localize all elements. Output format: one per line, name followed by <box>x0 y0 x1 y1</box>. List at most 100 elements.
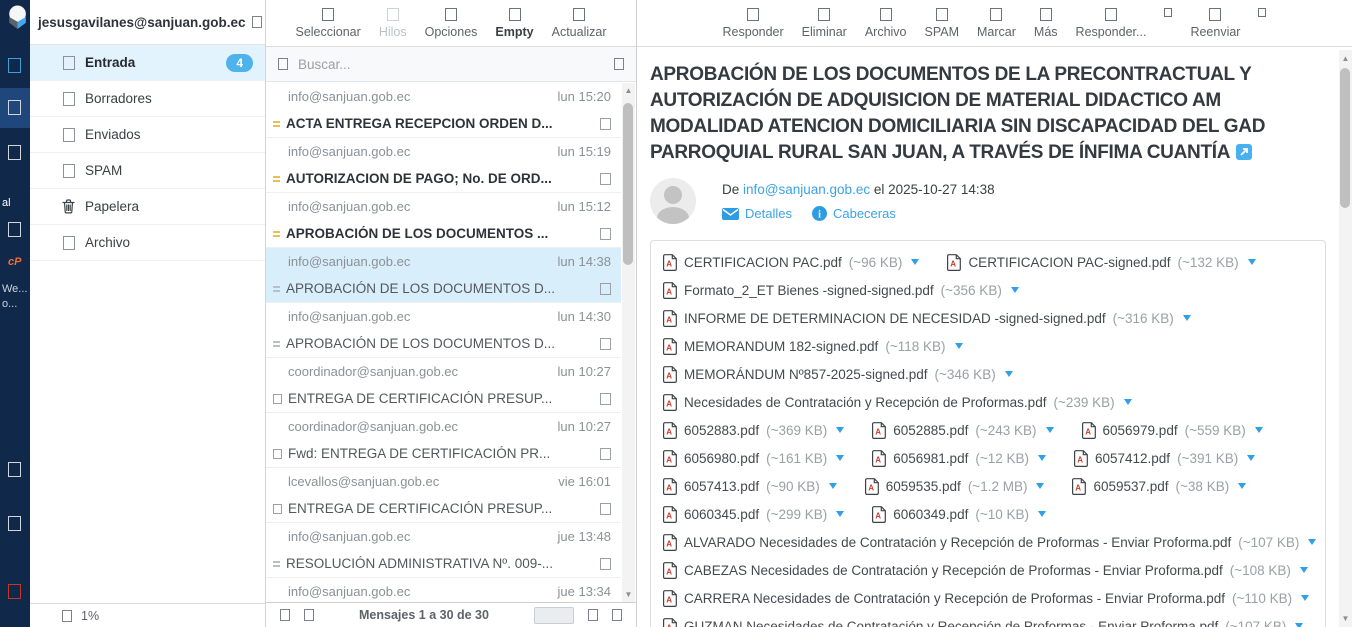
rail-logout-icon[interactable] <box>8 584 21 599</box>
message-checkbox[interactable] <box>600 118 611 130</box>
message-checkbox[interactable] <box>600 173 611 185</box>
rail-nav-icon[interactable] <box>8 222 21 237</box>
folder-item-papelera[interactable]: Papelera <box>30 189 265 225</box>
attachment-item[interactable]: A6056979.pdf(~559 KB) <box>1082 422 1263 439</box>
attachment-name[interactable]: 6059535.pdf <box>886 479 961 494</box>
attachment-menu-icon[interactable] <box>836 455 844 461</box>
attachment-name[interactable]: MEMORANDUM 182-signed.pdf <box>684 339 878 354</box>
message-checkbox[interactable] <box>600 503 611 515</box>
attachment-menu-icon[interactable] <box>1183 315 1191 321</box>
message-item[interactable]: info@sanjuan.gob.eclun 15:12APROBACIÓN D… <box>266 193 621 248</box>
sender-email-link[interactable]: info@sanjuan.gob.ec <box>743 182 870 197</box>
search-input[interactable] <box>298 57 604 72</box>
attachment-item[interactable]: AINFORME DE DETERMINACION DE NECESIDAD -… <box>663 310 1191 327</box>
message-checkbox[interactable] <box>600 338 611 350</box>
attachment-menu-icon[interactable] <box>1300 567 1308 573</box>
message-checkbox[interactable] <box>600 558 611 570</box>
search-icon[interactable] <box>278 58 288 70</box>
attachment-name[interactable]: 6052885.pdf <box>893 423 968 438</box>
list-scrollbar[interactable]: ▲ ▼ <box>622 83 635 602</box>
más-button[interactable]: Más <box>1034 8 1058 39</box>
scroll-up-icon[interactable]: ▲ <box>622 86 635 95</box>
details-link[interactable]: Detalles <box>722 206 792 221</box>
attachment-name[interactable]: 6059537.pdf <box>1093 479 1168 494</box>
attachment-name[interactable]: CABEZAS Necesidades de Contratación y Re… <box>684 563 1223 578</box>
reader-scrollbar[interactable]: ▲ ▼ <box>1339 50 1352 627</box>
spam-button[interactable]: SPAM <box>925 8 960 39</box>
attachment-item[interactable]: A6052883.pdf(~369 KB) <box>663 422 844 439</box>
attachment-item[interactable]: ACERTIFICACION PAC-signed.pdf(~132 KB) <box>947 254 1255 271</box>
attachment-menu-icon[interactable] <box>911 259 919 265</box>
attachment-menu-icon[interactable] <box>1038 455 1046 461</box>
attachment-item[interactable]: A6057413.pdf(~90 KB) <box>663 478 837 495</box>
attachment-menu-icon[interactable] <box>1301 595 1309 601</box>
message-item[interactable]: info@sanjuan.gob.eclun 14:38APROBACIÓN D… <box>266 248 621 303</box>
attachment-menu-icon[interactable] <box>1038 511 1046 517</box>
archivo-button[interactable]: Archivo <box>865 8 907 39</box>
reenviar-button[interactable]: Reenviar <box>1190 8 1240 39</box>
attachment-item[interactable]: AGUZMAN Necesidades de Contratación y Re… <box>663 618 1303 627</box>
attachment-item[interactable]: A6060349.pdf(~10 KB) <box>872 506 1046 523</box>
attachment-menu-icon[interactable] <box>836 427 844 433</box>
message-checkbox[interactable] <box>600 393 611 405</box>
folder-item-entrada[interactable]: Entrada4 <box>30 45 265 81</box>
attachment-menu-icon[interactable] <box>1255 427 1263 433</box>
message-item[interactable]: info@sanjuan.gob.ecjue 13:34 <box>266 578 621 602</box>
account-toggle-icon[interactable] <box>252 16 262 28</box>
attachment-name[interactable]: 6060349.pdf <box>893 507 968 522</box>
reader-scrollbar-thumb[interactable] <box>1340 68 1350 208</box>
footer-icon[interactable] <box>588 609 598 621</box>
attachment-menu-icon[interactable] <box>836 511 844 517</box>
rail-nav-icon[interactable] <box>8 58 21 73</box>
attachment-item[interactable]: AMEMORÁNDUM Nº857-2025-signed.pdf(~346 K… <box>663 366 1013 383</box>
folder-item-spam[interactable]: SPAM <box>30 153 265 189</box>
attachment-menu-icon[interactable] <box>1046 427 1054 433</box>
seleccionar-button[interactable]: Seleccionar <box>295 8 360 39</box>
dropdown-indicator-icon[interactable] <box>1164 8 1172 17</box>
list-scrollbar-thumb[interactable] <box>623 103 633 265</box>
message-checkbox[interactable] <box>600 283 611 295</box>
attachment-menu-icon[interactable] <box>1124 399 1132 405</box>
attachment-name[interactable]: CARRERA Necesidades de Contratación y Re… <box>684 591 1225 606</box>
attachment-name[interactable]: Necesidades de Contratación y Recepción … <box>684 395 1046 410</box>
folder-item-enviados[interactable]: Enviados <box>30 117 265 153</box>
attachment-item[interactable]: ANecesidades de Contratación y Recepción… <box>663 394 1132 411</box>
page-input[interactable] <box>534 607 574 624</box>
attachment-name[interactable]: 6056980.pdf <box>684 451 759 466</box>
attachment-item[interactable]: ACABEZAS Necesidades de Contratación y R… <box>663 562 1308 579</box>
attachment-menu-icon[interactable] <box>1036 483 1044 489</box>
scroll-up-icon[interactable]: ▲ <box>1339 54 1352 63</box>
attachment-name[interactable]: 6052883.pdf <box>684 423 759 438</box>
message-checkbox[interactable] <box>600 448 611 460</box>
dropdown-indicator-icon[interactable] <box>1258 8 1266 17</box>
rail-nav-icon[interactable] <box>8 462 21 477</box>
attachment-menu-icon[interactable] <box>1011 287 1019 293</box>
attachment-item[interactable]: AALVARADO Necesidades de Contratación y … <box>663 534 1316 551</box>
responder-button[interactable]: Responder <box>723 8 784 39</box>
attachment-item[interactable]: ACERTIFICACION PAC.pdf(~96 KB) <box>663 254 919 271</box>
attachment-menu-icon[interactable] <box>1005 371 1013 377</box>
brand-logo-icon[interactable] <box>4 4 29 35</box>
attachment-item[interactable]: ACARRERA Necesidades de Contratación y R… <box>663 590 1309 607</box>
attachment-menu-icon[interactable] <box>829 483 837 489</box>
message-checkbox[interactable] <box>600 228 611 240</box>
attachment-name[interactable]: Formato_2_ET Bienes -signed-signed.pdf <box>684 283 934 298</box>
message-item[interactable]: coordinador@sanjuan.gob.eclun 10:27ENTRE… <box>266 358 621 413</box>
message-item[interactable]: lcevallos@sanjuan.gob.ecvie 16:01ENTREGA… <box>266 468 621 523</box>
attachment-item[interactable]: AMEMORANDUM 182-signed.pdf(~118 KB) <box>663 338 963 355</box>
attachment-menu-icon[interactable] <box>1238 483 1246 489</box>
attachment-name[interactable]: 6056981.pdf <box>893 451 968 466</box>
attachment-name[interactable]: CERTIFICACION PAC.pdf <box>684 255 842 270</box>
account-header[interactable]: jesusgavilanes@sanjuan.gob.ec <box>30 0 265 45</box>
message-item[interactable]: info@sanjuan.gob.ecjue 13:48RESOLUCIÓN A… <box>266 523 621 578</box>
attachment-item[interactable]: A6059537.pdf(~38 KB) <box>1072 478 1246 495</box>
message-item[interactable]: info@sanjuan.gob.eclun 15:19AUTORIZACION… <box>266 138 621 193</box>
folder-item-borradores[interactable]: Borradores <box>30 81 265 117</box>
eliminar-button[interactable]: Eliminar <box>802 8 847 39</box>
marcar-button[interactable]: Marcar <box>977 8 1016 39</box>
actualizar-button[interactable]: Actualizar <box>552 8 607 39</box>
attachment-name[interactable]: 6057413.pdf <box>684 479 759 494</box>
attachment-menu-icon[interactable] <box>1308 539 1316 545</box>
attachment-item[interactable]: A6059535.pdf(~1.2 MB) <box>865 478 1045 495</box>
folder-item-archivo[interactable]: Archivo <box>30 225 265 261</box>
